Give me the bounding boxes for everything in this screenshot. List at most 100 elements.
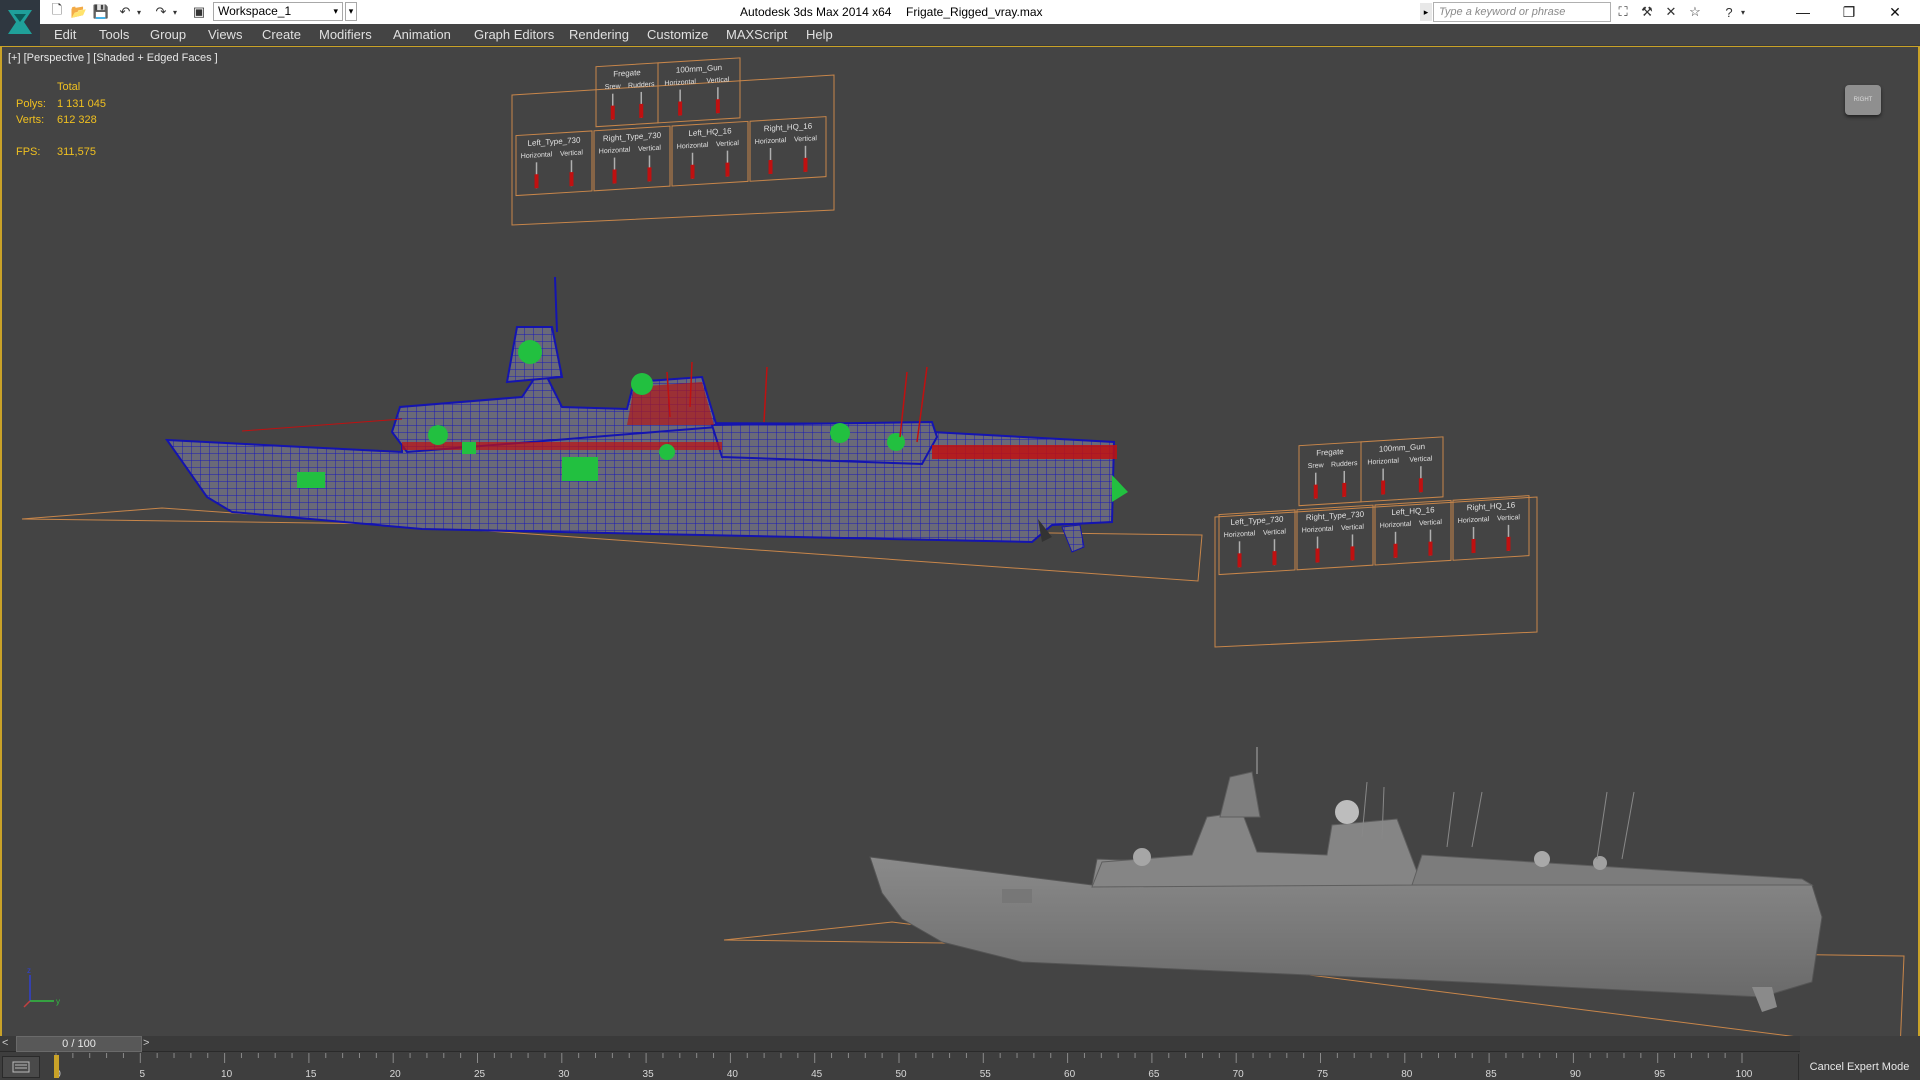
track-bar[interactable]: 0510152025303540455055606570758085909510… <box>52 1053 1762 1080</box>
new-file-icon[interactable]: 🗋 <box>48 2 66 21</box>
rig-slider-handle[interactable] <box>1313 484 1318 499</box>
rig-slider-handle[interactable] <box>725 162 730 177</box>
cancel-expert-mode-button[interactable]: Cancel Expert Mode <box>1798 1054 1920 1080</box>
menu-bar: Edit Tools Group Views Create Modifiers … <box>40 24 1920 46</box>
quick-access-dropdown[interactable]: ▾ <box>345 2 357 21</box>
rig-slider-handle[interactable] <box>1418 478 1423 493</box>
rig-slider-handle[interactable] <box>690 164 695 179</box>
stats-polys-label: Polys: <box>16 98 46 110</box>
rig-slider-handle[interactable] <box>534 174 539 189</box>
rig-slider-label: Rudders <box>628 81 655 90</box>
rig-slider-handle[interactable] <box>1506 536 1511 551</box>
timeline-tick-label: 25 <box>474 1069 486 1080</box>
rig-slider-handle[interactable] <box>1471 538 1476 554</box>
rig-slider-label: Vertical <box>1497 514 1520 522</box>
rig-group-title: Left_Type_730 <box>528 136 581 148</box>
communication-icon[interactable]: ✕ <box>1662 3 1680 21</box>
app-menu-button[interactable] <box>0 0 40 46</box>
next-frame-icon[interactable]: > <box>143 1037 155 1051</box>
menu-rendering[interactable]: Rendering <box>569 27 629 42</box>
menu-maxscript[interactable]: MAXScript <box>726 27 787 42</box>
rig-slider-handle[interactable] <box>1342 482 1347 498</box>
save-file-icon[interactable]: 💾 <box>92 3 110 21</box>
rig-slider-label: Horizontal <box>755 137 787 146</box>
shaded-frigate-model[interactable] <box>869 747 1823 1012</box>
rig-slider-handle[interactable] <box>647 167 652 182</box>
workspace-value: Workspace_1 <box>218 4 292 18</box>
rig-control-panel-lower[interactable]: Fregate Srew Rudders 100mm_Gun Horizontal Ver… <box>1214 436 1538 648</box>
menu-modifiers[interactable]: Modifiers <box>319 27 372 42</box>
workspace-select[interactable]: Workspace_1 ▾ <box>213 2 343 21</box>
menu-customize[interactable]: Customize <box>647 27 708 42</box>
close-button[interactable]: ✕ <box>1872 0 1918 24</box>
stats-total-label: Total <box>57 81 81 93</box>
time-slider-track[interactable]: < 0 / 100 > <box>0 1036 1800 1052</box>
timeline-tick-label: 65 <box>1148 1069 1160 1080</box>
rig-group-title: 100mm_Gun <box>676 63 722 75</box>
search-input[interactable]: Type a keyword or phrase <box>1433 2 1611 22</box>
rig-slider-handle[interactable] <box>639 103 644 119</box>
axis-gizmo: z y <box>23 966 60 1008</box>
menu-animation[interactable]: Animation <box>393 27 451 42</box>
rig-slider-handle[interactable] <box>678 101 683 116</box>
rig-slider-handle[interactable] <box>569 172 574 187</box>
scene-canvas[interactable]: Fregate Srew Rudders 100mm_Gun Horizontal Ver… <box>2 47 1918 1037</box>
undo-icon[interactable]: ↶ <box>116 3 134 21</box>
menu-edit[interactable]: Edit <box>54 27 76 42</box>
help-icon[interactable]: ? <box>1720 3 1738 21</box>
timeline-tick-label: 45 <box>811 1069 823 1080</box>
rig-slider-handle[interactable] <box>612 169 617 184</box>
mini-curve-editor-icon[interactable] <box>2 1056 40 1078</box>
minimize-button[interactable]: — <box>1780 0 1826 24</box>
help-dropdown-icon[interactable]: ▾ <box>1738 3 1748 21</box>
current-frame-marker[interactable] <box>54 1055 59 1078</box>
rig-control-panel-upper[interactable]: Fregate Srew Rudders 100mm_Gun Horizontal Ver… <box>511 57 835 226</box>
rig-group-title: Left_Type_730 <box>1231 515 1284 527</box>
timeline-tick-label: 20 <box>390 1069 402 1080</box>
rig-slider-label: Horizontal <box>664 79 696 88</box>
viewport-label-menu[interactable]: [+] [Perspective ] [Shaded + Edged Faces… <box>8 52 218 64</box>
restore-button[interactable]: ❐ <box>1826 0 1872 24</box>
menu-group[interactable]: Group <box>150 27 186 42</box>
viewcube[interactable]: RIGHT <box>1845 85 1881 115</box>
undo-dropdown-icon[interactable]: ▾ <box>134 3 144 21</box>
perspective-viewport[interactable]: Fregate Srew Rudders 100mm_Gun Horizontal Ver… <box>0 46 1920 1037</box>
rig-group-title: Right_Type_730 <box>603 131 662 144</box>
redo-dropdown-icon[interactable]: ▾ <box>170 3 180 21</box>
favorites-star-icon[interactable]: ☆ <box>1686 3 1704 21</box>
search-expand-icon[interactable]: ▸ <box>1420 3 1432 21</box>
timeline-tick-label: 95 <box>1654 1069 1666 1080</box>
rig-slider-handle[interactable] <box>715 99 720 114</box>
project-folder-icon[interactable]: ▣ <box>190 3 208 21</box>
viewcube-face-label: RIGHT <box>1853 97 1873 103</box>
timeline-tick-label: 60 <box>1064 1069 1076 1080</box>
stats-fps-label: FPS: <box>16 146 41 158</box>
subscription-icon[interactable]: ⚒ <box>1638 3 1656 21</box>
open-file-icon[interactable]: 📂 <box>70 3 88 21</box>
rig-slider-handle[interactable] <box>1315 548 1320 563</box>
rig-slider-handle[interactable] <box>1272 551 1277 566</box>
timeline-tick-label: 30 <box>558 1069 570 1080</box>
rig-slider-handle[interactable] <box>768 159 773 175</box>
rig-slider-handle[interactable] <box>1428 541 1433 556</box>
menu-views[interactable]: Views <box>208 27 242 42</box>
previous-frame-icon[interactable]: < <box>2 1037 14 1051</box>
rig-slider-handle[interactable] <box>803 157 808 172</box>
timeline-tick-label: 10 <box>221 1069 233 1080</box>
timeline-tick-label: 50 <box>895 1069 907 1080</box>
rig-slider-handle[interactable] <box>1237 553 1242 568</box>
rig-slider-handle[interactable] <box>1381 480 1386 495</box>
stats-fps-value: 311,575 <box>57 146 96 158</box>
menu-tools[interactable]: Tools <box>99 27 129 42</box>
menu-help[interactable]: Help <box>806 27 833 42</box>
binoculars-icon[interactable]: ⛶ <box>1614 3 1632 21</box>
redo-icon[interactable]: ↷ <box>152 3 170 21</box>
rig-slider-handle[interactable] <box>1350 546 1355 561</box>
wireframe-frigate-model[interactable] <box>165 276 1128 553</box>
menu-graph-editors[interactable]: Graph Editors <box>474 27 554 42</box>
rig-slider-label: Vertical <box>1409 455 1432 463</box>
time-slider-thumb[interactable]: 0 / 100 <box>16 1036 142 1052</box>
rig-slider-handle[interactable] <box>610 105 615 120</box>
menu-create[interactable]: Create <box>262 27 301 42</box>
rig-slider-handle[interactable] <box>1393 543 1398 558</box>
